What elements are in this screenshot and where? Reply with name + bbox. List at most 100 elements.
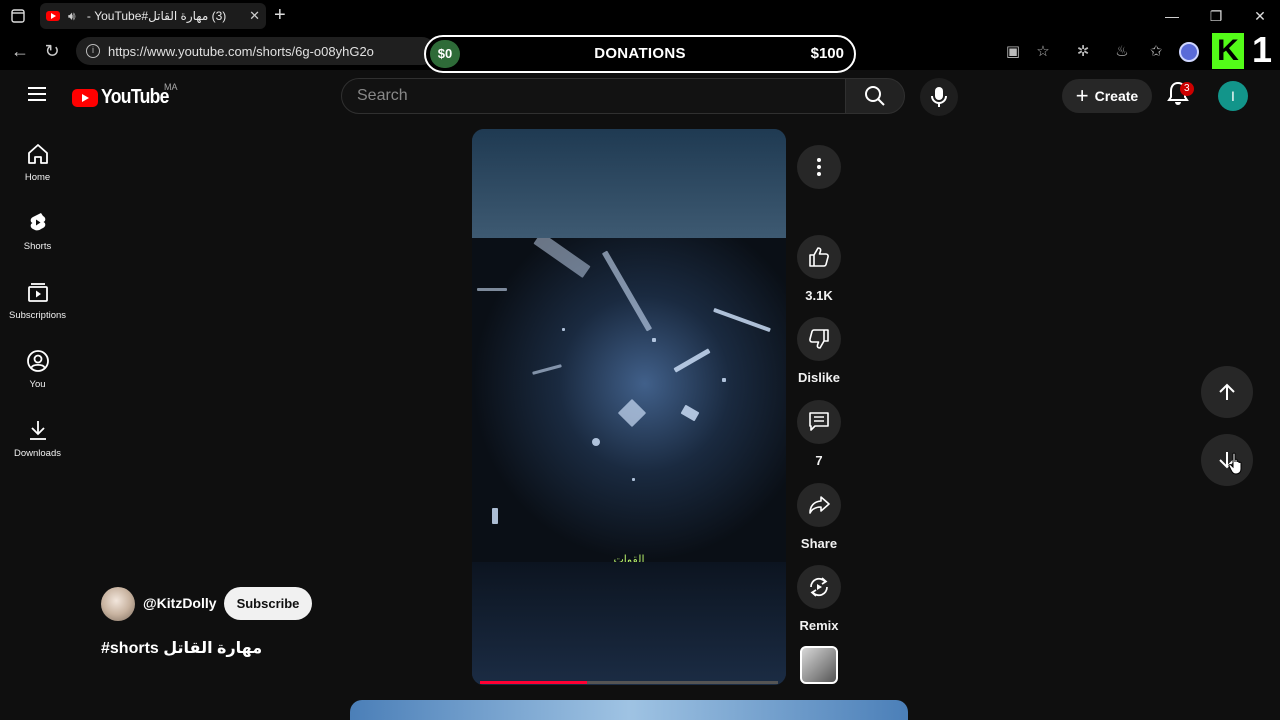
- speaker-icon[interactable]: 🔊︎: [68, 9, 76, 24]
- extensions-icon[interactable]: ✲: [1073, 42, 1093, 62]
- dislike-button[interactable]: Dislike: [797, 317, 841, 385]
- home-icon: [27, 144, 48, 164]
- thumbs-down-icon: [809, 329, 829, 349]
- site-info-icon[interactable]: i: [86, 44, 100, 58]
- back-icon[interactable]: ←: [8, 40, 32, 62]
- close-tab-icon[interactable]: ✕: [249, 8, 260, 24]
- video-shard: [713, 307, 771, 333]
- performance-icon[interactable]: ♨: [1112, 42, 1132, 62]
- video-shard: [562, 328, 565, 331]
- dislike-label: Dislike: [798, 370, 840, 385]
- shorts-icon: [30, 213, 45, 231]
- plus-icon: +: [1075, 83, 1089, 108]
- donation-goal-bar: $0 DONATIONS $100: [424, 35, 856, 73]
- overlay-number: 1: [1252, 29, 1273, 70]
- notification-badge: 3: [1180, 82, 1194, 96]
- video-shard: [617, 398, 647, 428]
- video-top-band: [472, 129, 786, 239]
- app-available-icon[interactable]: ▣: [1003, 42, 1023, 62]
- previous-short-button[interactable]: [1201, 366, 1253, 418]
- sidebar-item-you[interactable]: You: [0, 349, 75, 409]
- reload-icon[interactable]: ↻: [40, 40, 64, 62]
- video-bottom-band: [472, 562, 786, 685]
- search-input[interactable]: Search: [341, 78, 846, 114]
- youtube-favicon-icon: [46, 11, 60, 21]
- comment-count: 7: [815, 453, 823, 468]
- search-button[interactable]: [845, 78, 905, 114]
- tab-title: (3) مهارة القاتل#YouTube - ⁩: [83, 9, 227, 23]
- restore-icon[interactable]: ❐: [1194, 0, 1238, 32]
- like-button[interactable]: 3.1K: [797, 235, 841, 303]
- video-shard: [673, 348, 711, 373]
- search-icon: [865, 86, 885, 106]
- sidebar-label-downloads: Downloads: [14, 448, 61, 459]
- video-shard: [680, 404, 700, 422]
- microphone-icon: [931, 87, 947, 107]
- minimize-icon[interactable]: —: [1150, 0, 1194, 32]
- video-shard: [477, 288, 507, 291]
- copilot-icon[interactable]: [1179, 42, 1199, 62]
- sidebar-label-you: You: [29, 379, 46, 390]
- video-progress-bar[interactable]: [480, 681, 778, 684]
- create-button[interactable]: + Create: [1062, 79, 1152, 113]
- video-progress-fill: [480, 681, 588, 684]
- remix-icon: [810, 577, 828, 597]
- donation-goal: $100: [810, 45, 844, 62]
- account-avatar[interactable]: I: [1218, 81, 1248, 111]
- short-video-player[interactable]: القوات: [472, 129, 786, 685]
- video-shard: [601, 250, 653, 332]
- country-code: MA: [164, 82, 178, 92]
- remix-button[interactable]: Remix: [797, 565, 841, 633]
- hand-cursor-icon: [1228, 452, 1242, 475]
- channel-name[interactable]: @KitzDolly: [143, 595, 217, 611]
- new-tab-icon[interactable]: +: [274, 4, 286, 27]
- comment-icon: [809, 412, 829, 431]
- subscribe-button[interactable]: Subscribe: [224, 587, 312, 620]
- video-shard: [652, 338, 656, 342]
- youtube-logo[interactable]: YouTube: [72, 86, 178, 109]
- sidebar-label-shorts: Shorts: [23, 241, 52, 252]
- url-text: https://www.youtube.com/shorts/6g-o08yhG…: [108, 43, 374, 59]
- share-label: Share: [800, 536, 838, 551]
- browser-tab[interactable]: 🔊︎ (3) مهارة القاتل#YouTube - ⁩ ✕: [40, 3, 266, 29]
- sidebar-label-subscriptions: Subscriptions: [8, 310, 67, 321]
- channel-thumbnail[interactable]: [800, 646, 838, 684]
- more-options-button[interactable]: [797, 145, 841, 189]
- video-frame: [472, 238, 786, 562]
- download-icon: [29, 421, 46, 440]
- youtube-logo-icon: [72, 88, 98, 107]
- video-shard: [532, 364, 562, 375]
- video-shard: [632, 478, 635, 481]
- donation-title: DONATIONS: [594, 45, 686, 62]
- share-icon: [809, 496, 830, 514]
- youtube-header: YouTube MA Search + Create 3 I: [0, 70, 1280, 122]
- favorites-icon[interactable]: ✩: [1146, 42, 1166, 62]
- short-title[interactable]: #shorts مهارة القاتل: [101, 638, 262, 658]
- voice-search-button[interactable]: [920, 78, 958, 116]
- sidebar-item-downloads[interactable]: Downloads: [0, 418, 75, 478]
- more-vertical-icon: [817, 158, 821, 176]
- video-shard: [492, 508, 498, 524]
- favorite-star-icon[interactable]: ☆: [1033, 42, 1053, 62]
- next-short-preview[interactable]: [350, 700, 908, 720]
- tab-actions-icon[interactable]: [0, 0, 36, 32]
- video-shard: [722, 378, 726, 382]
- share-button[interactable]: Share: [797, 483, 841, 551]
- sidebar-label-home: Home: [24, 172, 51, 183]
- thumbs-up-icon: [809, 247, 829, 267]
- subscriptions-icon: [27, 283, 48, 302]
- logo-text: YouTube: [101, 86, 169, 108]
- user-icon: [26, 350, 49, 372]
- channel-avatar[interactable]: [101, 587, 135, 621]
- sidebar-item-shorts[interactable]: Shorts: [0, 211, 75, 271]
- sidebar-item-subscriptions[interactable]: Subscriptions: [0, 280, 75, 340]
- video-shard: [592, 438, 600, 446]
- sidebar-item-home[interactable]: Home: [0, 142, 75, 202]
- menu-icon[interactable]: [28, 87, 46, 101]
- remix-label: Remix: [799, 618, 839, 633]
- url-field[interactable]: i https://www.youtube.com/shorts/6g-o08y…: [76, 37, 436, 65]
- create-label: Create: [1094, 88, 1139, 104]
- close-window-icon[interactable]: ✕: [1238, 0, 1280, 32]
- like-count: 3.1K: [805, 288, 833, 303]
- comments-button[interactable]: 7: [797, 400, 841, 468]
